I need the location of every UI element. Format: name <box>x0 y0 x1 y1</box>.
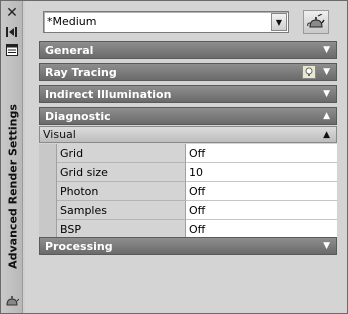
property-name: Samples <box>57 201 186 220</box>
render-teapot-icon[interactable] <box>303 10 329 34</box>
chevron-down-icon[interactable]: ▼ <box>323 241 330 251</box>
close-icon[interactable]: ✕ <box>4 5 20 21</box>
palette-menu-icon[interactable] <box>5 294 20 308</box>
chevron-down-icon[interactable]: ▼ <box>323 67 330 77</box>
lamp-icon[interactable] <box>302 65 316 79</box>
property-value[interactable]: Off <box>186 201 337 220</box>
property-row-grid-size[interactable]: Grid size 10 <box>39 163 337 182</box>
property-value[interactable]: Off <box>186 182 337 201</box>
chevron-down-icon[interactable]: ▼ <box>323 45 330 55</box>
palette-content: *Medium ▼ General ▼ Ray Tracing ▼ Indire… <box>25 1 347 313</box>
properties-icon[interactable] <box>4 42 20 58</box>
section-processing-label: Processing <box>45 239 113 253</box>
palette-title-bar[interactable]: ✕ Advanced Render Settings <box>1 1 23 313</box>
section-diagnostic[interactable]: Diagnostic ▲ <box>39 107 337 125</box>
section-indirect-illumination[interactable]: Indirect Illumination ▼ <box>39 85 337 103</box>
property-value[interactable]: 10 <box>186 163 337 182</box>
render-preset-value: *Medium <box>47 15 97 28</box>
chevron-down-icon[interactable]: ▼ <box>323 89 330 99</box>
property-row-grid[interactable]: Grid Off <box>39 144 337 163</box>
chevron-up-icon[interactable]: ▲ <box>323 111 330 121</box>
palette-title-text: Advanced Render Settings <box>6 104 20 269</box>
palette-window: ✕ Advanced Render Settings *Medium ▼ Gen… <box>0 0 348 314</box>
render-preset-select[interactable]: *Medium ▼ <box>43 11 289 33</box>
palette-title: Advanced Render Settings <box>3 83 21 283</box>
section-general-label: General <box>45 43 94 57</box>
autohide-icon[interactable] <box>4 24 20 40</box>
section-ray-tracing-label: Ray Tracing <box>45 65 117 79</box>
preset-bar: *Medium ▼ <box>43 10 335 37</box>
section-general[interactable]: General ▼ <box>39 41 337 59</box>
property-name: Photon <box>57 182 186 201</box>
properties-grid: Grid Off Grid size 10 Photon Off Samples… <box>39 144 337 239</box>
property-name: Grid size <box>57 163 186 182</box>
property-row-photon[interactable]: Photon Off <box>39 182 337 201</box>
subsection-visual-label: Visual <box>43 128 76 141</box>
chevron-down-icon[interactable]: ▼ <box>271 13 287 31</box>
subsection-visual[interactable]: Visual ▲ <box>39 126 337 143</box>
property-value[interactable]: Off <box>186 144 337 163</box>
section-diagnostic-label: Diagnostic <box>45 109 111 123</box>
section-ray-tracing[interactable]: Ray Tracing ▼ <box>39 63 337 81</box>
property-row-samples[interactable]: Samples Off <box>39 201 337 220</box>
property-name: Grid <box>57 144 186 163</box>
section-indirect-label: Indirect Illumination <box>45 87 172 101</box>
section-processing[interactable]: Processing ▼ <box>39 237 337 255</box>
chevron-up-icon[interactable]: ▲ <box>323 130 330 140</box>
